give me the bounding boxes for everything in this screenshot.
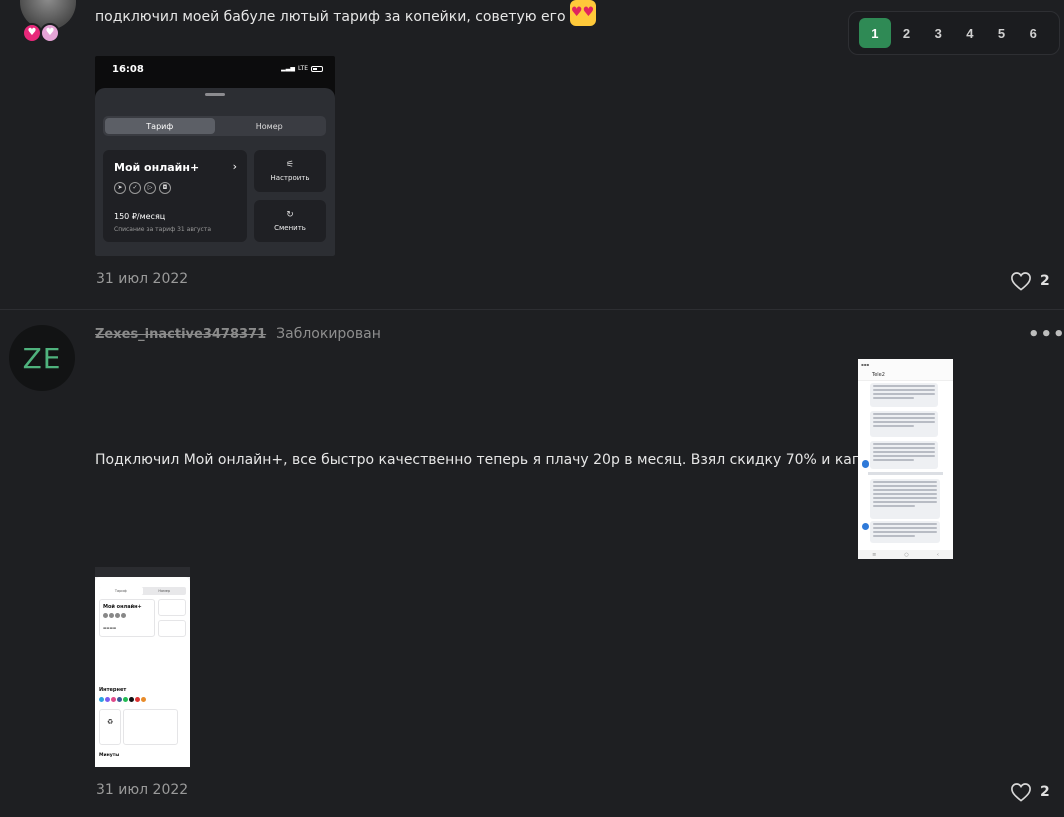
tab-tariff: Тариф <box>105 118 215 134</box>
status-bar <box>95 567 190 577</box>
heart-badge-icon: ♥ <box>40 23 60 43</box>
user-avatar[interactable]: ZE <box>9 325 75 391</box>
page-1-button[interactable]: 1 <box>859 18 891 48</box>
change-label: Сменить <box>274 223 306 232</box>
refresh-icon: ↻ <box>286 209 294 220</box>
signal-icon: ▂▃▅ <box>281 65 296 72</box>
plan-title: Мой онлайн+ <box>103 604 142 610</box>
chat-title: Tele2 <box>872 372 885 378</box>
post-header: Zexes_inactive3478371 Заблокирован <box>95 326 381 342</box>
plan-card: Мой онлайн+ ▬▬▬▬ <box>99 599 155 637</box>
like-button[interactable]: 2 <box>1010 782 1050 802</box>
chat-message <box>870 411 938 437</box>
change-card: ↻ Сменить <box>254 200 326 242</box>
tab-number: Номер <box>255 121 283 131</box>
like-button[interactable]: 2 <box>1010 271 1050 291</box>
minutes-section-title: Минуты <box>99 753 120 758</box>
user-status: Заблокирован <box>276 326 381 342</box>
tele2-logo-icon <box>862 523 869 530</box>
more-options-icon[interactable]: ••• <box>1028 324 1064 345</box>
avatar-initials: ZE <box>22 341 62 375</box>
page-6-button[interactable]: 6 <box>1017 18 1049 48</box>
post-text: Подключил Мой онлайн+, все быстро качест… <box>95 452 928 468</box>
plan-price: 150 ₽/месяц <box>114 212 166 221</box>
plan-title: Мой онлайн+ <box>114 161 200 174</box>
post-screenshot-image[interactable]: 16:08 ▂▃▅ LTE Тариф Номер Мой онлайн+ › … <box>95 56 335 256</box>
chat-message <box>870 521 940 543</box>
plan-price: ▬▬▬▬ <box>103 626 117 630</box>
camera-icon: ◘ <box>159 182 171 194</box>
chat-message <box>870 383 938 407</box>
page-4-button[interactable]: 4 <box>954 18 986 48</box>
status-bar-right: ▂▃▅ LTE <box>281 65 323 72</box>
tele2-logo-icon <box>862 461 869 468</box>
user-badges: ♥ ♥ <box>22 23 60 43</box>
sliders-icon: ⚟ <box>285 159 295 170</box>
chevron-right-icon: › <box>232 160 237 173</box>
tariff-sheet: Тариф Номер Мой онлайн+ ▬▬▬▬ Интернет ♻ … <box>95 577 190 767</box>
page-3-button[interactable]: 3 <box>922 18 954 48</box>
tariff-tabs: Тариф Номер <box>99 587 186 595</box>
tab-number: Номер <box>158 589 171 593</box>
post-date: 31 июл 2022 <box>96 782 189 798</box>
recycle-card: ♻ <box>99 709 121 745</box>
menu-nav-icon: ≡ <box>872 551 877 558</box>
status-time: 16:08 <box>112 64 144 75</box>
heart-eyes-emoji-icon: ♥♥ <box>569 0 596 26</box>
internet-app-icons <box>99 697 146 702</box>
like-count: 2 <box>1040 273 1050 289</box>
network-label: LTE <box>298 65 308 72</box>
change-card <box>158 620 186 637</box>
configure-card <box>158 599 186 616</box>
heart-icon <box>1011 783 1031 802</box>
chat-message <box>870 479 940 519</box>
configure-card: ⚟ Настроить <box>254 150 326 192</box>
sheet-handle <box>205 93 225 96</box>
recycle-icon: ♻ <box>107 718 114 726</box>
heart-badge-icon: ♥ <box>22 23 42 43</box>
back-nav-icon: ‹ <box>936 551 939 558</box>
app-screenshot-image[interactable]: Тариф Номер Мой онлайн+ ▬▬▬▬ Интернет ♻ … <box>95 567 190 767</box>
page-2-button[interactable]: 2 <box>891 18 923 48</box>
chat-separator <box>868 472 943 475</box>
status-bar: ▪▪▪ <box>861 362 870 367</box>
configure-label: Настроить <box>270 173 310 182</box>
balance-card <box>123 709 178 745</box>
play-icon: ▷ <box>144 182 156 194</box>
pagination: 1 2 3 4 5 6 <box>848 11 1060 55</box>
chat-message <box>870 441 938 469</box>
post-text: подключил моей бабуле лютый тариф за коп… <box>95 0 596 30</box>
tab-tariff: Тариф <box>99 587 143 595</box>
plan-price-note: Списание за тариф 31 августа <box>114 226 212 233</box>
plan-app-icons: ➤ ✓ ▷ ◘ <box>114 182 171 194</box>
internet-section-title: Интернет <box>99 687 127 693</box>
page-5-button[interactable]: 5 <box>986 18 1018 48</box>
chat-screenshot-image[interactable]: ▪▪▪ Tele2 ≡ ○ ‹ <box>858 359 953 559</box>
username-link[interactable]: Zexes_inactive3478371 <box>95 327 266 342</box>
vk-icon: ✓ <box>129 182 141 194</box>
chat-header: ▪▪▪ Tele2 <box>858 359 953 381</box>
battery-icon <box>311 65 323 72</box>
post-date: 31 июл 2022 <box>96 271 189 287</box>
home-nav-icon: ○ <box>904 551 909 558</box>
post-divider <box>0 309 1064 310</box>
heart-icon <box>1011 272 1031 291</box>
android-nav-bar: ≡ ○ ‹ <box>858 550 953 559</box>
plan-app-icons <box>103 613 126 618</box>
tariff-sheet: Тариф Номер Мой онлайн+ › ➤ ✓ ▷ ◘ 150 ₽/… <box>95 88 335 256</box>
tariff-tabs: Тариф Номер <box>103 116 326 136</box>
plan-card: Мой онлайн+ › ➤ ✓ ▷ ◘ 150 ₽/месяц Списан… <box>103 150 247 242</box>
telegram-icon: ➤ <box>114 182 126 194</box>
like-count: 2 <box>1040 784 1050 800</box>
